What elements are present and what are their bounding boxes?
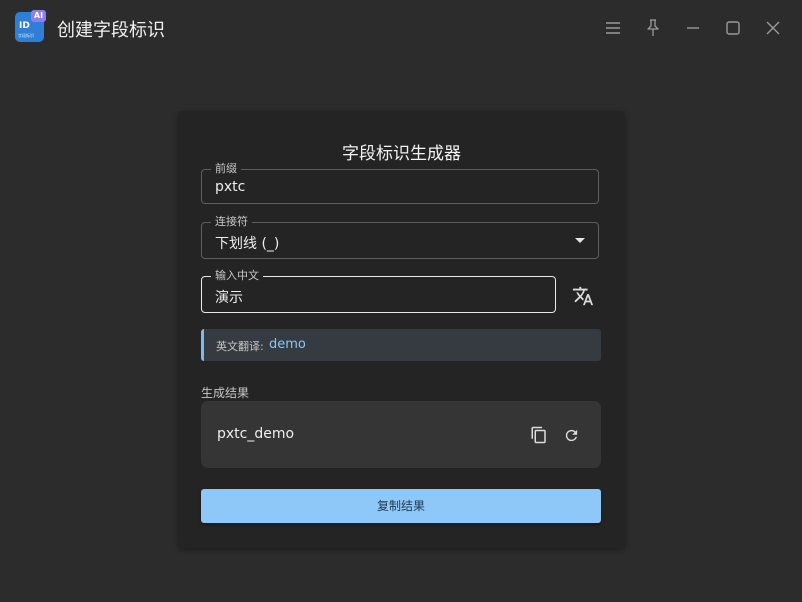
- app-logo-text: ID: [19, 21, 30, 31]
- translation-label: 英文翻译:: [216, 340, 264, 353]
- minimize-button[interactable]: [682, 17, 704, 39]
- copy-result-button[interactable]: [529, 425, 549, 445]
- result-label: 生成结果: [201, 386, 250, 400]
- prefix-label: 前缀: [211, 162, 241, 176]
- close-icon: [766, 21, 780, 35]
- app-logo-subtext: 字段标识: [18, 33, 34, 38]
- window-title: 创建字段标识: [57, 20, 165, 41]
- title-bar: ID 字段标识 AI 创建字段标识: [0, 0, 802, 58]
- app-logo-icon: ID 字段标识 AI: [15, 10, 46, 42]
- refresh-icon: [565, 429, 577, 441]
- translate-button[interactable]: [570, 283, 596, 309]
- translate-icon: [572, 286, 594, 306]
- chinese-input-value: 演示: [215, 290, 243, 306]
- copy-icon: [531, 426, 546, 444]
- ai-badge: AI: [31, 10, 46, 22]
- copy-result-main-button[interactable]: 复制结果: [201, 489, 601, 523]
- app-window: ID 字段标识 AI 创建字段标识 字段标识生成器 前缀 pxtc 连接符 下划…: [0, 0, 802, 602]
- result-value: pxtc_demo: [217, 426, 295, 442]
- chinese-input[interactable]: 输入中文 演示: [201, 269, 556, 313]
- card-title: 字段标识生成器: [342, 144, 461, 164]
- prefix-value: pxtc: [215, 179, 246, 195]
- menu-button[interactable]: [602, 17, 624, 39]
- connector-select[interactable]: 连接符 下划线 (_): [201, 215, 599, 259]
- refresh-button[interactable]: [561, 425, 581, 445]
- generator-card: 字段标识生成器 前缀 pxtc 连接符 下划线 (_) 输入中文 演示 英文翻译…: [178, 111, 625, 548]
- pin-button[interactable]: [642, 17, 664, 39]
- minimize-icon: [687, 27, 699, 29]
- pin-icon: [647, 19, 659, 36]
- maximize-icon: [726, 21, 740, 35]
- dropdown-arrow-icon: [575, 238, 585, 243]
- connector-label: 连接符: [211, 215, 252, 229]
- translation-panel: 英文翻译: demo: [201, 329, 601, 361]
- result-box: pxtc_demo: [201, 401, 601, 468]
- translation-value: demo: [269, 337, 306, 352]
- close-button[interactable]: [762, 17, 784, 39]
- maximize-button[interactable]: [722, 17, 744, 39]
- prefix-input[interactable]: 前缀 pxtc: [201, 162, 599, 204]
- chinese-input-label: 输入中文: [211, 269, 263, 283]
- menu-icon: [606, 22, 620, 34]
- connector-value: 下划线 (_): [215, 236, 280, 252]
